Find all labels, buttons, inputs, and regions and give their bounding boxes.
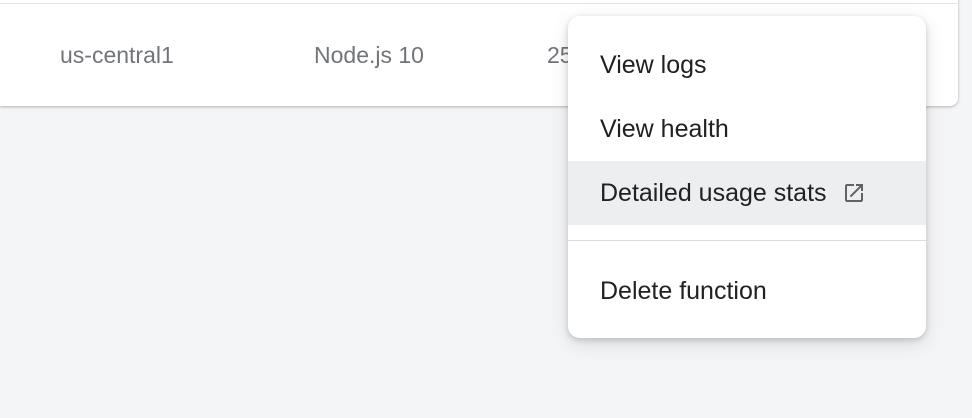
delete-function-label: Delete function <box>600 276 767 305</box>
view-health-menu-item[interactable]: View health <box>568 97 926 161</box>
view-health-label: View health <box>600 114 729 143</box>
function-actions-menu: View logs View health Detailed usage sta… <box>568 16 926 338</box>
runtime-cell: Node.js 10 <box>314 42 424 68</box>
region-cell: us-central1 <box>60 42 174 68</box>
view-logs-label: View logs <box>600 50 707 79</box>
view-logs-menu-item[interactable]: View logs <box>568 33 926 97</box>
open-in-new-icon <box>841 180 867 206</box>
detailed-usage-stats-menu-item[interactable]: Detailed usage stats <box>568 161 926 225</box>
delete-function-menu-item[interactable]: Delete function <box>568 259 926 323</box>
table-divider <box>0 3 958 4</box>
menu-divider <box>568 240 926 241</box>
detailed-usage-stats-label: Detailed usage stats <box>600 178 827 207</box>
